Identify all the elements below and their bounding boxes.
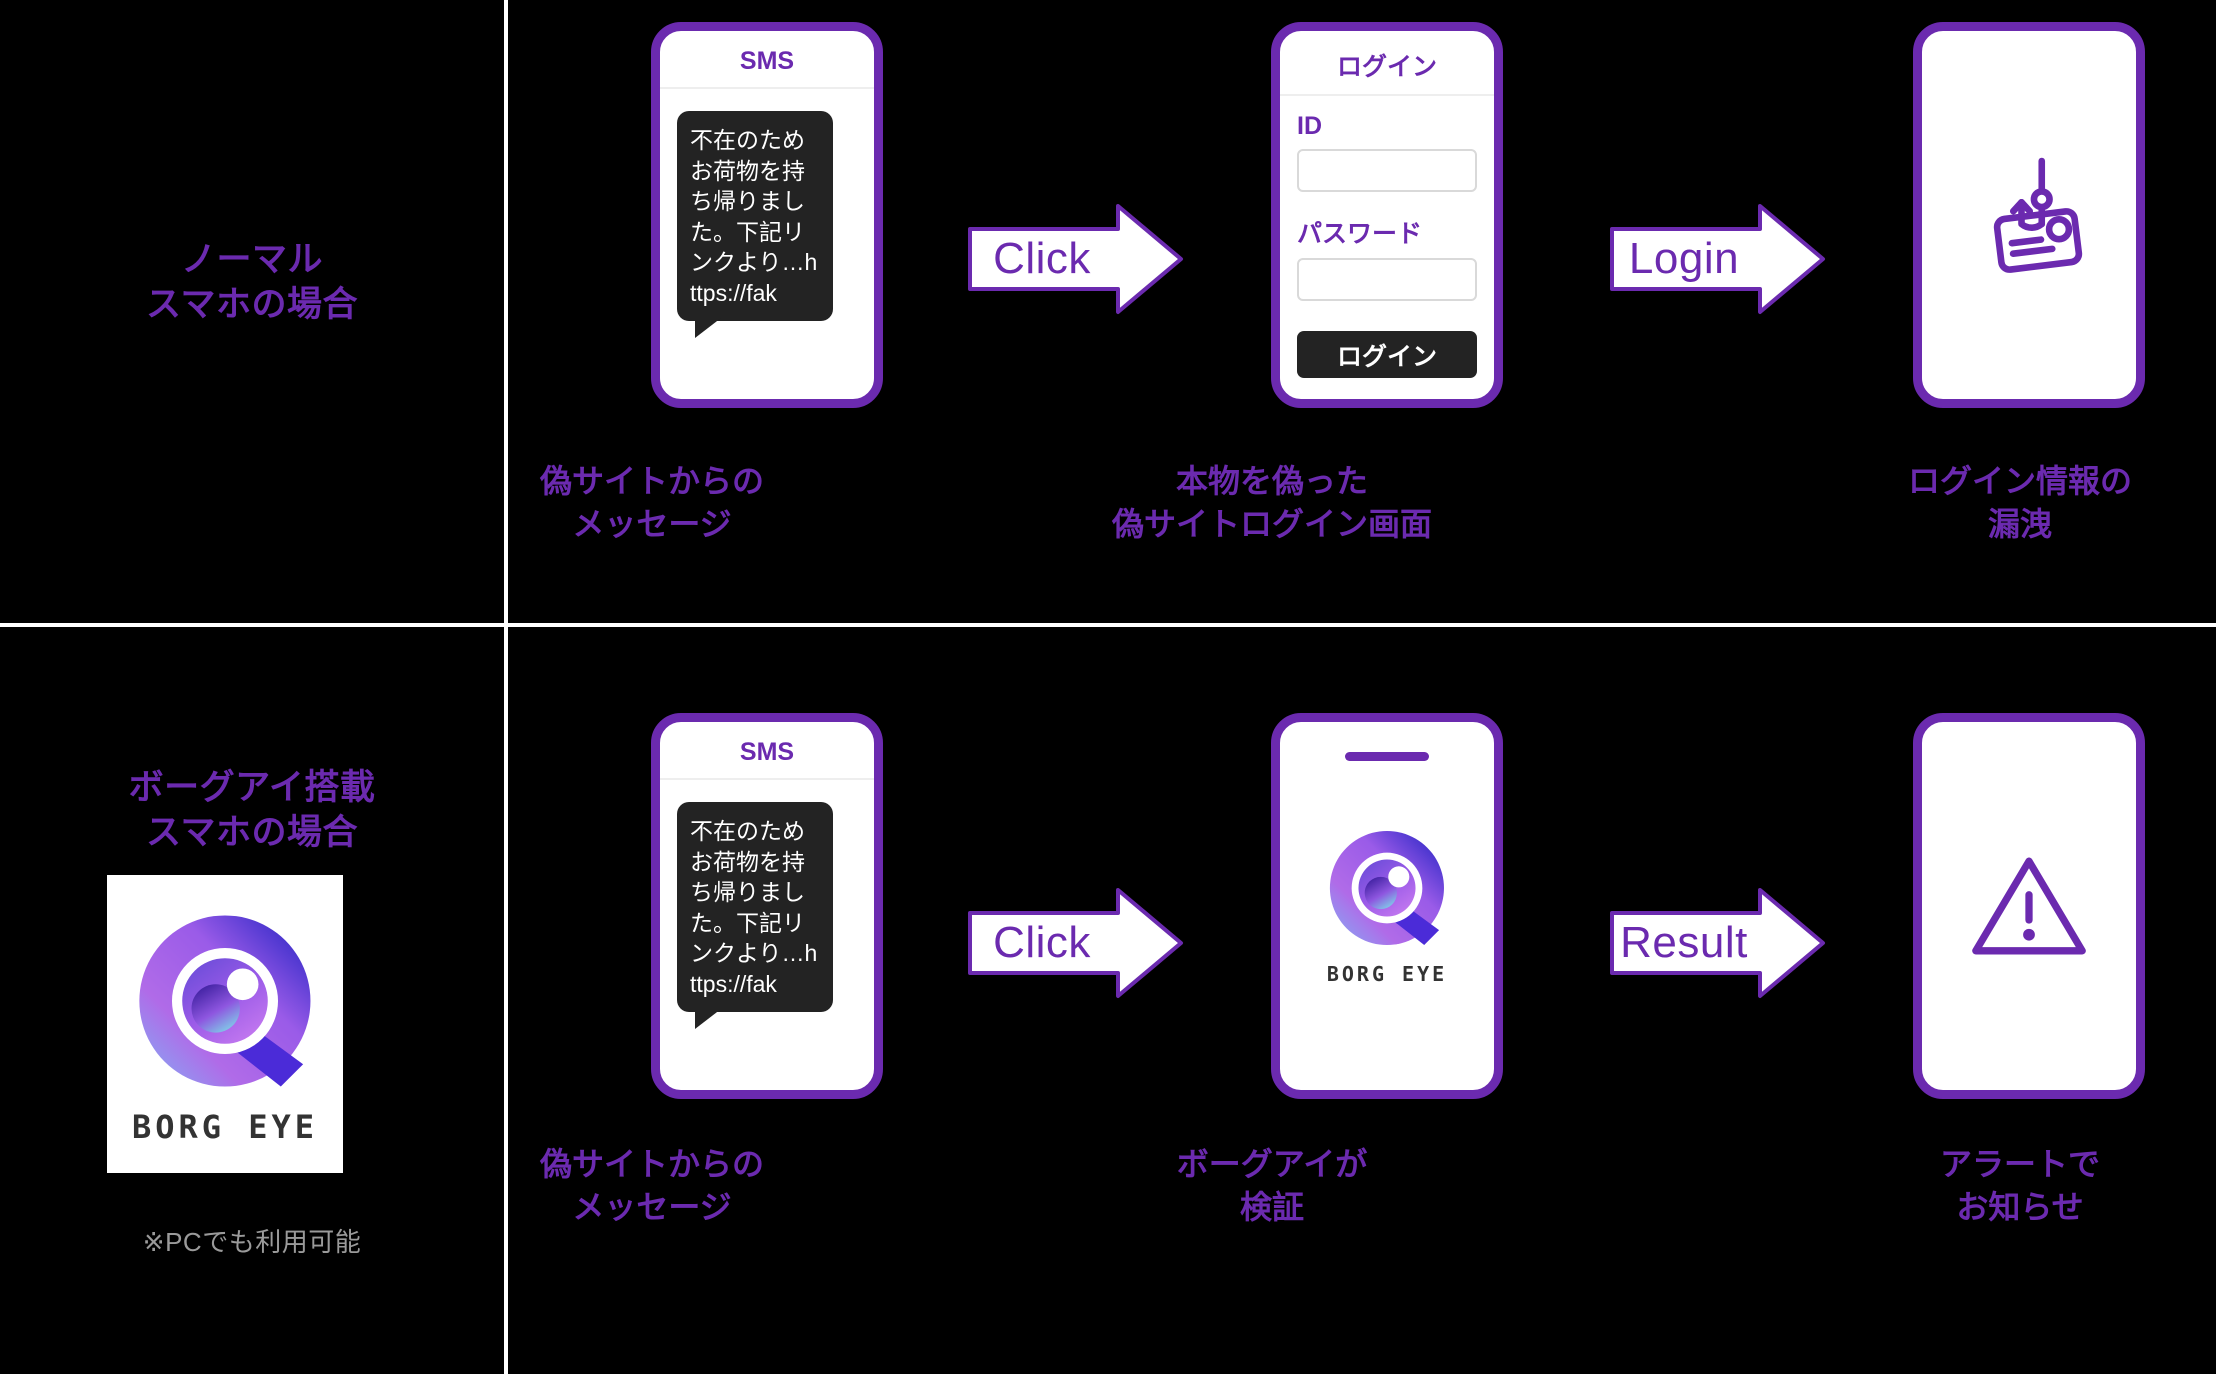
arrow-row1-login: Login bbox=[1610, 203, 1826, 315]
sms-message-bubble: 不在のためお荷物を持ち帰りました。下記リンクより…https://fak bbox=[677, 802, 833, 1030]
phone-row2-borgeye-app: BORG EYE bbox=[1271, 713, 1503, 1099]
row-label-line2: スマホの場合 bbox=[146, 812, 358, 852]
login-form: ID パスワード ログイン bbox=[1280, 96, 1494, 378]
id-field-label: ID bbox=[1297, 112, 1322, 140]
sms-message-bubble: 不在のためお荷物を持ち帰りました。下記リンクより…https://fak bbox=[677, 111, 833, 339]
sms-body: 不在のためお荷物を持ち帰りました。下記リンクより…https://fak bbox=[660, 780, 874, 1030]
phone-speaker-bar bbox=[1345, 752, 1429, 761]
caption-line2: 漏洩 bbox=[1987, 505, 2052, 542]
icon-screen bbox=[1922, 722, 2136, 1090]
caption-line2: メッセージ bbox=[572, 505, 732, 542]
sms-body: 不在のためお荷物を持ち帰りました。下記リンクより…https://fak bbox=[660, 89, 874, 339]
phone-row1-leak bbox=[1913, 22, 2145, 408]
phone-screen-title: ログイン bbox=[1280, 31, 1494, 96]
caption-line1: 本物を偽った bbox=[1175, 463, 1368, 499]
caption-line1: ボーグアイが bbox=[1176, 1146, 1368, 1182]
caption-line1: アラートで bbox=[1939, 1146, 2100, 1182]
diagram-canvas: ノーマル スマホの場合 ボーグアイ搭載 スマホの場合 BORG EYE ※PCで… bbox=[0, 0, 2216, 1374]
borg-eye-logo-card: BORG EYE bbox=[107, 875, 343, 1173]
login-submit-button[interactable]: ログイン bbox=[1297, 331, 1477, 378]
row-label-line1: ボーグアイ搭載 bbox=[128, 768, 376, 807]
caption-row2-step3: アラートで お知らせ bbox=[1810, 1143, 2216, 1229]
row-divider bbox=[0, 623, 2216, 627]
phishing-hook-card-icon bbox=[1993, 157, 2083, 273]
caption-line2: 偽サイトログイン画面 bbox=[1111, 505, 1432, 542]
borg-eye-logo-icon bbox=[1329, 830, 1444, 946]
caption-row1-step2: 本物を偽った 偽サイトログイン画面 bbox=[1062, 460, 1482, 546]
icon-screen bbox=[1922, 31, 2136, 399]
row-label-borgeye-phone: ボーグアイ搭載 スマホの場合 bbox=[0, 766, 504, 856]
warning-triangle-icon bbox=[1972, 857, 2086, 955]
row-label-line2: スマホの場合 bbox=[146, 284, 358, 324]
borg-eye-app-name: BORG EYE bbox=[1326, 962, 1448, 986]
phone-row1-login: ログイン ID パスワード ログイン bbox=[1271, 22, 1503, 408]
arrow-label: Click bbox=[993, 234, 1091, 283]
phone-row2-alert bbox=[1913, 713, 2145, 1099]
caption-line2: お知らせ bbox=[1956, 1188, 2084, 1225]
id-input[interactable] bbox=[1297, 149, 1477, 192]
arrow-label: Login bbox=[1628, 234, 1740, 283]
borg-eye-wordmark: BORG EYE bbox=[131, 1108, 319, 1146]
arrow-row2-click: Click bbox=[968, 887, 1184, 999]
phone-screen-title: SMS bbox=[660, 31, 874, 89]
row-label-line1: ノーマル bbox=[180, 240, 323, 279]
caption-line2: メッセージ bbox=[572, 1188, 732, 1225]
password-input[interactable] bbox=[1297, 258, 1477, 301]
caption-line1: 偽サイトからの bbox=[539, 463, 764, 499]
pc-availability-note: ※PCでも利用可能 bbox=[142, 1227, 362, 1257]
phone-screen-title: SMS bbox=[660, 722, 874, 780]
caption-line2: 検証 bbox=[1239, 1188, 1304, 1225]
caption-row2-step1: 偽サイトからの メッセージ bbox=[442, 1143, 862, 1229]
arrow-row2-result: Result bbox=[1610, 887, 1826, 999]
password-field-label: パスワード bbox=[1297, 220, 1423, 248]
caption-row2-step2: ボーグアイが 検証 bbox=[1062, 1143, 1482, 1229]
row-label-normal-phone: ノーマル スマホの場合 bbox=[0, 238, 504, 328]
phone-row2-sms: SMS 不在のためお荷物を持ち帰りました。下記リンクより…https://fak bbox=[651, 713, 883, 1099]
caption-row1-step3: ログイン情報の 漏洩 bbox=[1810, 460, 2216, 546]
phone-row1-sms: SMS 不在のためお荷物を持ち帰りました。下記リンクより…https://fak bbox=[651, 22, 883, 408]
caption-row1-step1: 偽サイトからの メッセージ bbox=[442, 460, 862, 546]
arrow-row1-click: Click bbox=[968, 203, 1184, 315]
arrow-label: Click bbox=[993, 918, 1091, 967]
caption-line1: 偽サイトからの bbox=[539, 1146, 764, 1182]
borg-eye-logo-icon bbox=[139, 915, 311, 1087]
arrow-label: Result bbox=[1620, 918, 1748, 967]
caption-line1: ログイン情報の bbox=[1907, 463, 2132, 499]
app-splash-screen: BORG EYE bbox=[1280, 722, 1494, 1090]
